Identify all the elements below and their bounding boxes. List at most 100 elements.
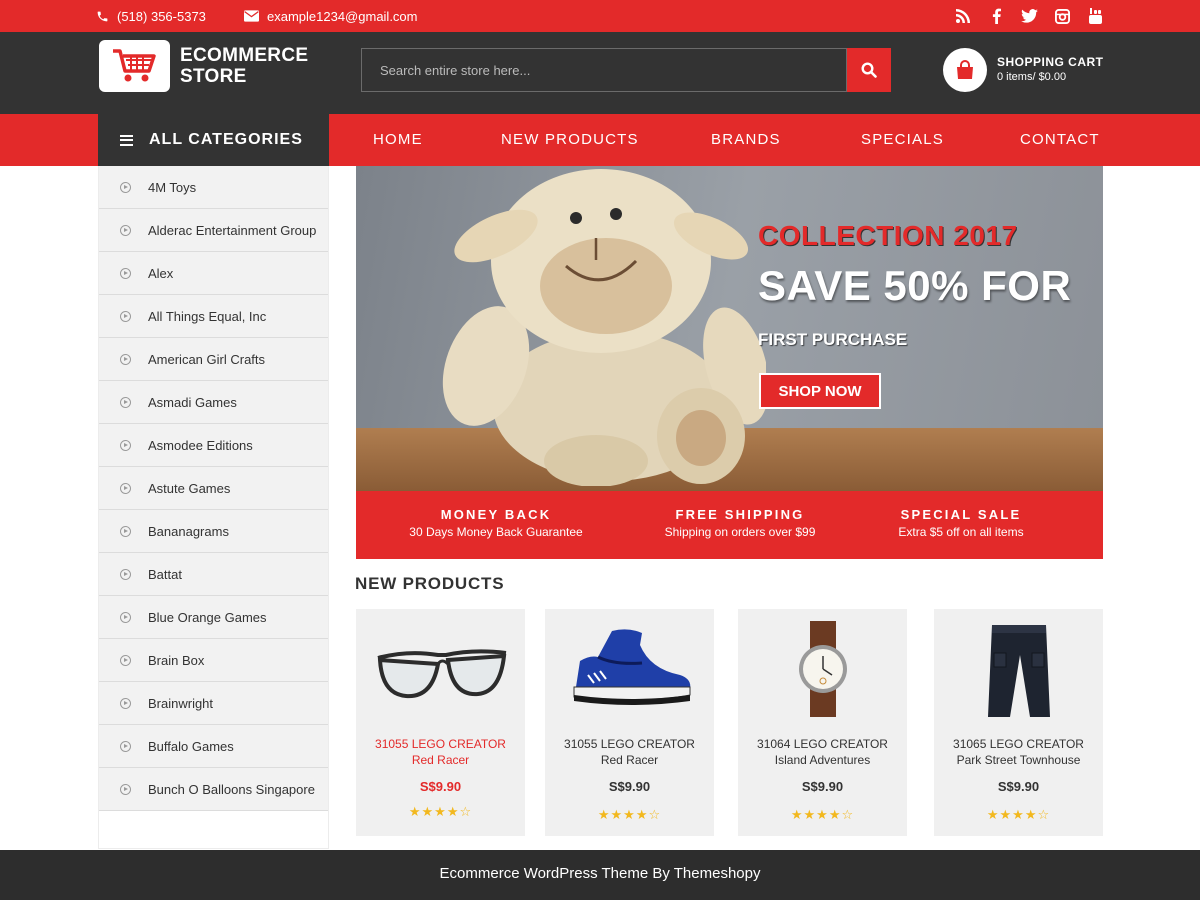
product-name-line1: 31064 LEGO CREATOR: [757, 737, 888, 751]
feature-subtitle: Extra $5 off on all items: [898, 525, 1024, 539]
footer-credit[interactable]: Ecommerce WordPress Theme By Themeshopy: [440, 865, 761, 882]
youtube-icon[interactable]: [1086, 7, 1104, 25]
search-input[interactable]: [361, 48, 847, 92]
feature-money-back: MONEY BACK 30 Days Money Back Guarantee: [356, 507, 636, 539]
cart-title[interactable]: SHOPPING CART: [997, 55, 1104, 69]
product-card[interactable]: 31055 LEGO CREATOR Red Racer S$9.90 ★★★★…: [545, 609, 714, 836]
search-button[interactable]: [847, 48, 891, 92]
play-circle-icon: [120, 697, 131, 709]
category-sidebar: 4M Toys Alderac Entertainment Group Alex…: [98, 166, 329, 849]
category-item[interactable]: Brain Box: [99, 639, 328, 682]
play-circle-icon: [120, 439, 131, 451]
teddy-sheep-image: [442, 169, 766, 486]
category-label: Alderac Entertainment Group: [148, 222, 317, 238]
nav-new-products[interactable]: NEW PRODUCTS: [501, 114, 639, 166]
logo-text[interactable]: ECOMMERCE STORE: [180, 45, 308, 87]
category-list: 4M Toys Alderac Entertainment Group Alex…: [99, 166, 328, 811]
category-label: Buffalo Games: [148, 738, 234, 754]
feature-subtitle: Shipping on orders over $99: [664, 525, 816, 539]
play-circle-icon: [120, 396, 131, 408]
play-circle-icon: [120, 267, 131, 279]
category-item[interactable]: All Things Equal, Inc: [99, 295, 328, 338]
twitter-icon[interactable]: [1020, 7, 1038, 25]
category-item[interactable]: Alex: [99, 252, 328, 295]
category-item[interactable]: Battat: [99, 553, 328, 596]
product-image-area: [738, 609, 907, 729]
email-contact[interactable]: example1234@gmail.com: [244, 0, 418, 32]
product-name-line2: Island Adventures: [774, 753, 871, 767]
search-bar: [361, 48, 891, 92]
product-card[interactable]: 31064 LEGO CREATOR Island Adventures S$9…: [738, 609, 907, 836]
category-item[interactable]: American Girl Crafts: [99, 338, 328, 381]
category-item[interactable]: Bananagrams: [99, 510, 328, 553]
product-price: S$9.90: [997, 779, 1040, 794]
category-label: All Things Equal, Inc: [148, 308, 267, 324]
features-strip: MONEY BACK 30 Days Money Back Guarantee …: [356, 491, 1103, 559]
product-name-line1: 31055 LEGO CREATOR: [375, 737, 506, 751]
product-price: S$9.90: [419, 779, 462, 794]
feature-title: MONEY BACK: [440, 507, 552, 522]
banner-subheadline: FIRST PURCHASE: [758, 330, 908, 349]
banner-headline: SAVE 50% FOR: [758, 262, 1072, 309]
category-item[interactable]: Asmodee Editions: [99, 424, 328, 467]
instagram-icon[interactable]: [1053, 7, 1071, 25]
hero-banner: COLLECTION 2017 SAVE 50% FOR FIRST PURCH…: [356, 166, 1103, 491]
category-item[interactable]: Bunch O Balloons Singapore: [99, 768, 328, 811]
nav-home[interactable]: HOME: [373, 114, 423, 166]
product-name-line2: Red Racer: [600, 753, 659, 767]
product-image-area: [934, 609, 1103, 729]
category-item[interactable]: 4M Toys: [99, 166, 328, 209]
sneaker-image: [573, 629, 690, 705]
phone-number: (518) 356-5373: [117, 8, 206, 24]
product-card[interactable]: 31065 LEGO CREATOR Park Street Townhouse…: [934, 609, 1103, 836]
category-item[interactable]: Blue Orange Games: [99, 596, 328, 639]
nav-specials[interactable]: SPECIALS: [861, 114, 944, 166]
category-item[interactable]: Buffalo Games: [99, 725, 328, 768]
envelope-icon: [244, 10, 259, 22]
product-name[interactable]: 31065 LEGO CREATOR Park Street Townhouse: [934, 736, 1103, 768]
search-icon: [861, 62, 877, 78]
cart-button[interactable]: [943, 48, 987, 92]
phone-icon: [97, 11, 108, 21]
product-name-line1: 31055 LEGO CREATOR: [564, 737, 695, 751]
star-rating: ★★★★☆: [790, 807, 855, 822]
play-circle-icon: [120, 482, 131, 494]
product-price: S$9.90: [608, 779, 651, 794]
all-categories-label: ALL CATEGORIES: [149, 131, 303, 148]
play-circle-icon: [120, 740, 131, 752]
category-label: Alex: [148, 265, 174, 281]
product-name[interactable]: 31055 LEGO CREATOR Red Racer: [356, 736, 525, 768]
category-label: American Girl Crafts: [148, 351, 266, 367]
product-name[interactable]: 31055 LEGO CREATOR Red Racer: [545, 736, 714, 768]
site-header: ECOMMERCE STORE SHOPPING CART 0 items/ $…: [0, 32, 1200, 114]
facebook-icon[interactable]: [987, 7, 1005, 25]
star-rating: ★★★★☆: [986, 807, 1051, 822]
logo[interactable]: [99, 40, 170, 92]
phone-contact[interactable]: (518) 356-5373: [96, 0, 206, 32]
product-name-line1: 31065 LEGO CREATOR: [953, 737, 1084, 751]
rss-icon[interactable]: [954, 7, 972, 25]
email-address: example1234@gmail.com: [267, 8, 418, 24]
product-name[interactable]: 31064 LEGO CREATOR Island Adventures: [738, 736, 907, 768]
all-categories-toggle[interactable]: ALL CATEGORIES: [98, 114, 329, 166]
category-label: Astute Games: [148, 480, 231, 496]
play-circle-icon: [120, 353, 131, 365]
hamburger-icon: [120, 134, 133, 146]
trousers-image: [987, 625, 1050, 717]
play-circle-icon: [120, 568, 131, 580]
nav-brands[interactable]: BRANDS: [711, 114, 781, 166]
category-item[interactable]: Brainwright: [99, 682, 328, 725]
category-item[interactable]: Astute Games: [99, 467, 328, 510]
category-item[interactable]: Alderac Entertainment Group: [99, 209, 328, 252]
shop-now-button[interactable]: SHOP NOW: [759, 373, 881, 409]
category-item[interactable]: Asmadi Games: [99, 381, 328, 424]
main-navigation: ALL CATEGORIES HOME NEW PRODUCTS BRANDS …: [0, 114, 1200, 166]
cart-summary[interactable]: 0 items/ $0.00: [997, 71, 1066, 83]
shopping-bag-icon: [957, 60, 973, 79]
product-card[interactable]: 31055 LEGO CREATOR Red Racer S$9.90 ★★★★…: [356, 609, 525, 836]
nav-contact[interactable]: CONTACT: [1020, 114, 1100, 166]
top-bar: (518) 356-5373 example1234@gmail.com: [0, 0, 1200, 32]
play-circle-icon: [120, 525, 131, 537]
product-image-area: [356, 609, 525, 729]
category-label: Battat: [148, 566, 182, 582]
